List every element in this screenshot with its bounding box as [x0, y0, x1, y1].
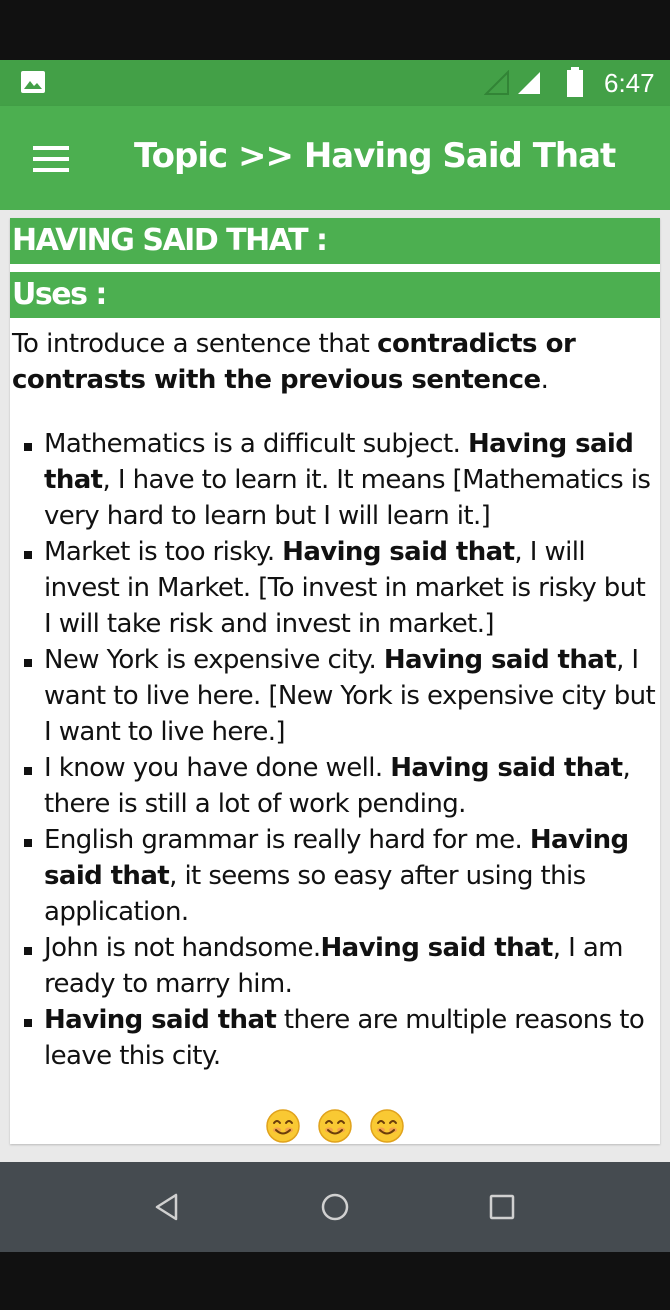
home-icon[interactable] [315, 1187, 355, 1227]
screen-top-border [0, 0, 670, 60]
smiling-face-icon [370, 1109, 404, 1143]
example-after: , I have to learn it. It means [Mathemat… [44, 465, 651, 531]
list-item: Mathematics is a difficult subject. Havi… [24, 426, 658, 534]
uses-heading: Uses : [10, 272, 660, 318]
example-before: John is not handsome. [44, 933, 321, 963]
example-phrase: Having said that [390, 753, 623, 783]
page-title: Topic >> Having Said That [134, 136, 616, 176]
example-phrase: Having said that [44, 1005, 277, 1035]
app-bar: Topic >> Having Said That [0, 106, 670, 210]
status-time: 6:47 [604, 68, 655, 98]
example-before: Mathematics is a difficult subject. [44, 429, 468, 459]
example-phrase: Having said that [383, 645, 617, 675]
recent-apps-icon[interactable] [482, 1187, 522, 1227]
intro-suffix: . [540, 365, 549, 395]
screen-bottom-border [0, 1252, 670, 1310]
example-before: English grammar is really hard for me. [44, 825, 530, 855]
list-item: I know you have done well. Having said t… [24, 750, 658, 822]
example-phrase: Having said that [320, 933, 554, 963]
smiling-face-icon [318, 1109, 352, 1143]
smiley-row [10, 1104, 660, 1144]
hamburger-menu-icon[interactable] [30, 142, 72, 176]
list-item: Market is too risky. Having said that, I… [24, 534, 658, 642]
wifi-icon [484, 70, 509, 95]
topic-heading: HAVING SAID THAT : [10, 218, 660, 264]
smiling-face-icon [266, 1109, 300, 1143]
example-before: New York is expensive city. [44, 645, 384, 675]
list-item: John is not handsome.Having said that, I… [24, 930, 658, 1002]
intro-prefix: To introduce a sentence that [12, 329, 378, 359]
example-before: I know you have done well. [44, 753, 391, 783]
status-bar: 6:47 [0, 60, 670, 106]
list-item: English grammar is really hard for me. H… [24, 822, 658, 930]
content-card: HAVING SAID THAT : Uses : To introduce a… [10, 218, 660, 1144]
battery-icon [567, 67, 583, 97]
list-item: Having said that there are multiple reas… [24, 1002, 658, 1074]
examples-list: Mathematics is a difficult subject. Havi… [10, 426, 660, 1074]
example-before: Market is too risky. [44, 537, 283, 567]
image-icon [21, 71, 45, 93]
intro-text: To introduce a sentence that contradicts… [10, 318, 660, 398]
signal-icon [518, 72, 540, 94]
back-icon[interactable] [148, 1187, 188, 1227]
list-item: New York is expensive city. Having said … [24, 642, 658, 750]
navigation-bar [0, 1162, 670, 1252]
example-phrase: Having said that [282, 537, 515, 567]
